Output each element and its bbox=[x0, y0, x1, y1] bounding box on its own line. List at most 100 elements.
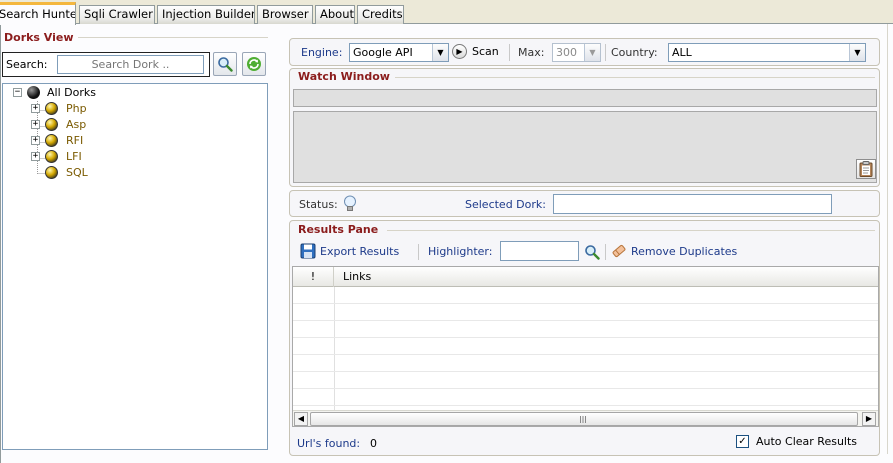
auto-clear-results-checkbox[interactable]: ✓ Auto Clear Results bbox=[736, 434, 876, 450]
status-panel: Status: Selected Dork: bbox=[289, 190, 880, 217]
tree-label-sql: SQL bbox=[66, 166, 88, 179]
watch-window-progress bbox=[293, 89, 877, 107]
clipboard-icon bbox=[859, 161, 873, 177]
tree-node-asp[interactable]: + Asp bbox=[29, 117, 129, 132]
tab-about[interactable]: About bbox=[315, 5, 355, 24]
highlighter-input[interactable] bbox=[500, 241, 579, 261]
copy-watch-button[interactable] bbox=[856, 159, 876, 179]
tree-node-php[interactable]: + Php bbox=[29, 101, 129, 116]
column-header-flag[interactable]: ! bbox=[293, 267, 334, 287]
tree-node-sql[interactable]: SQL bbox=[29, 165, 129, 180]
tab-injection-builder[interactable]: Injection Builder bbox=[157, 5, 255, 24]
remove-duplicates-button[interactable]: Remove Duplicates bbox=[611, 243, 746, 261]
globe-icon bbox=[45, 102, 58, 115]
country-value: ALL bbox=[672, 46, 692, 59]
chevron-down-icon: ▼ bbox=[849, 44, 865, 61]
play-icon[interactable]: ▶ bbox=[452, 44, 467, 59]
search-dork-button[interactable] bbox=[213, 52, 237, 76]
auto-clear-label: Auto Clear Results bbox=[756, 435, 858, 448]
globe-icon bbox=[45, 166, 58, 179]
export-results-label: Export Results bbox=[320, 245, 400, 258]
expand-icon[interactable]: + bbox=[31, 152, 40, 161]
country-select[interactable]: ALL ▼ bbox=[668, 43, 866, 62]
engine-select[interactable]: Google API ▼ bbox=[349, 43, 449, 62]
checkmark-icon[interactable]: ✓ bbox=[736, 435, 749, 448]
results-pane-divider bbox=[387, 230, 875, 231]
tab-sqli-crawler[interactable]: Sqli Crawler bbox=[79, 5, 155, 24]
content-border bbox=[887, 24, 888, 454]
results-grid-body bbox=[293, 287, 878, 406]
chevron-down-icon: ▼ bbox=[584, 44, 600, 61]
dork-search-input[interactable] bbox=[57, 55, 204, 74]
country-label: Country: bbox=[611, 46, 658, 59]
horizontal-scrollbar[interactable]: ◀ ▶ bbox=[293, 410, 878, 426]
tree-node-lfi[interactable]: + LFI bbox=[29, 149, 129, 164]
table-row bbox=[293, 372, 878, 389]
selected-dork-label: Selected Dork: bbox=[465, 198, 546, 211]
urls-found-label: Url's found: bbox=[297, 437, 361, 450]
dork-search-box: Search: bbox=[2, 52, 210, 77]
toolbar-separator bbox=[605, 44, 606, 61]
engine-value: Google API bbox=[353, 46, 413, 59]
tree-node-all-dorks[interactable]: − All Dorks bbox=[11, 85, 131, 100]
scroll-left-icon[interactable]: ◀ bbox=[294, 412, 308, 426]
tree-label-php: Php bbox=[66, 102, 87, 115]
dorks-view-divider bbox=[78, 37, 268, 38]
export-results-button[interactable]: Export Results bbox=[300, 243, 416, 261]
dorks-tree[interactable]: − All Dorks + Php + Asp + RFI + LFI SQL bbox=[2, 83, 268, 450]
expand-icon[interactable]: + bbox=[31, 104, 40, 113]
watch-window-output[interactable] bbox=[293, 111, 877, 183]
scroll-right-icon[interactable]: ▶ bbox=[862, 412, 876, 426]
toolbar-separator bbox=[418, 244, 419, 260]
chevron-down-icon: ▼ bbox=[432, 44, 448, 61]
tree-node-rfi[interactable]: + RFI bbox=[29, 133, 129, 148]
results-grid[interactable]: ! Links ◀ ▶ bbox=[292, 266, 879, 427]
scrollbar-thumb[interactable] bbox=[310, 412, 858, 426]
engine-toolbar: Engine: Google API ▼ ▶ Scan Max: 300 ▼ C… bbox=[289, 38, 880, 66]
refresh-icon bbox=[247, 57, 261, 71]
scan-button[interactable]: Scan bbox=[472, 45, 499, 58]
watch-window-divider bbox=[395, 77, 875, 78]
table-row bbox=[293, 389, 878, 406]
globe-icon bbox=[45, 150, 58, 163]
engine-label: Engine: bbox=[301, 46, 343, 59]
lightbulb-icon bbox=[344, 195, 356, 211]
watch-window-panel: Watch Window bbox=[289, 68, 880, 187]
tab-search-hunter[interactable]: Search Hunter bbox=[0, 2, 76, 25]
dorks-view-title: Dorks View bbox=[4, 31, 74, 44]
expand-icon[interactable]: + bbox=[31, 120, 40, 129]
globe-icon bbox=[45, 118, 58, 131]
refresh-dorks-button[interactable] bbox=[242, 52, 266, 76]
tree-label-lfi: LFI bbox=[66, 150, 82, 163]
results-grid-header: ! Links bbox=[293, 267, 878, 287]
table-row bbox=[293, 338, 878, 355]
floppy-disk-icon bbox=[300, 243, 316, 259]
table-row bbox=[293, 355, 878, 372]
table-row bbox=[293, 287, 878, 304]
expand-icon[interactable]: + bbox=[31, 136, 40, 145]
tree-label-rfi: RFI bbox=[66, 134, 84, 147]
max-results-select[interactable]: 300 ▼ bbox=[552, 43, 601, 62]
selected-dork-field[interactable] bbox=[553, 194, 832, 214]
tab-credits[interactable]: Credits bbox=[357, 5, 404, 24]
magnifier-icon bbox=[218, 57, 233, 72]
grip-icon bbox=[580, 416, 586, 423]
highlighter-label: Highlighter: bbox=[428, 245, 493, 258]
watch-window-title: Watch Window bbox=[298, 70, 390, 83]
globe-icon bbox=[27, 86, 40, 99]
column-header-links[interactable]: Links bbox=[343, 267, 371, 287]
toolbar-separator bbox=[605, 244, 606, 260]
search-label: Search: bbox=[6, 58, 48, 71]
max-label: Max: bbox=[518, 46, 545, 59]
table-row bbox=[293, 304, 878, 321]
urls-found-count: 0 bbox=[370, 437, 377, 450]
toolbar-separator bbox=[509, 44, 510, 61]
tab-browser[interactable]: Browser bbox=[257, 5, 313, 24]
tab-strip: Search Hunter Sqli Crawler Injection Bui… bbox=[0, 0, 893, 25]
status-label: Status: bbox=[299, 198, 338, 211]
remove-duplicates-label: Remove Duplicates bbox=[631, 245, 738, 258]
max-value: 300 bbox=[556, 46, 577, 59]
collapse-icon[interactable]: − bbox=[13, 88, 22, 97]
magnifier-icon[interactable] bbox=[584, 244, 600, 260]
tree-label-asp: Asp bbox=[66, 118, 87, 131]
